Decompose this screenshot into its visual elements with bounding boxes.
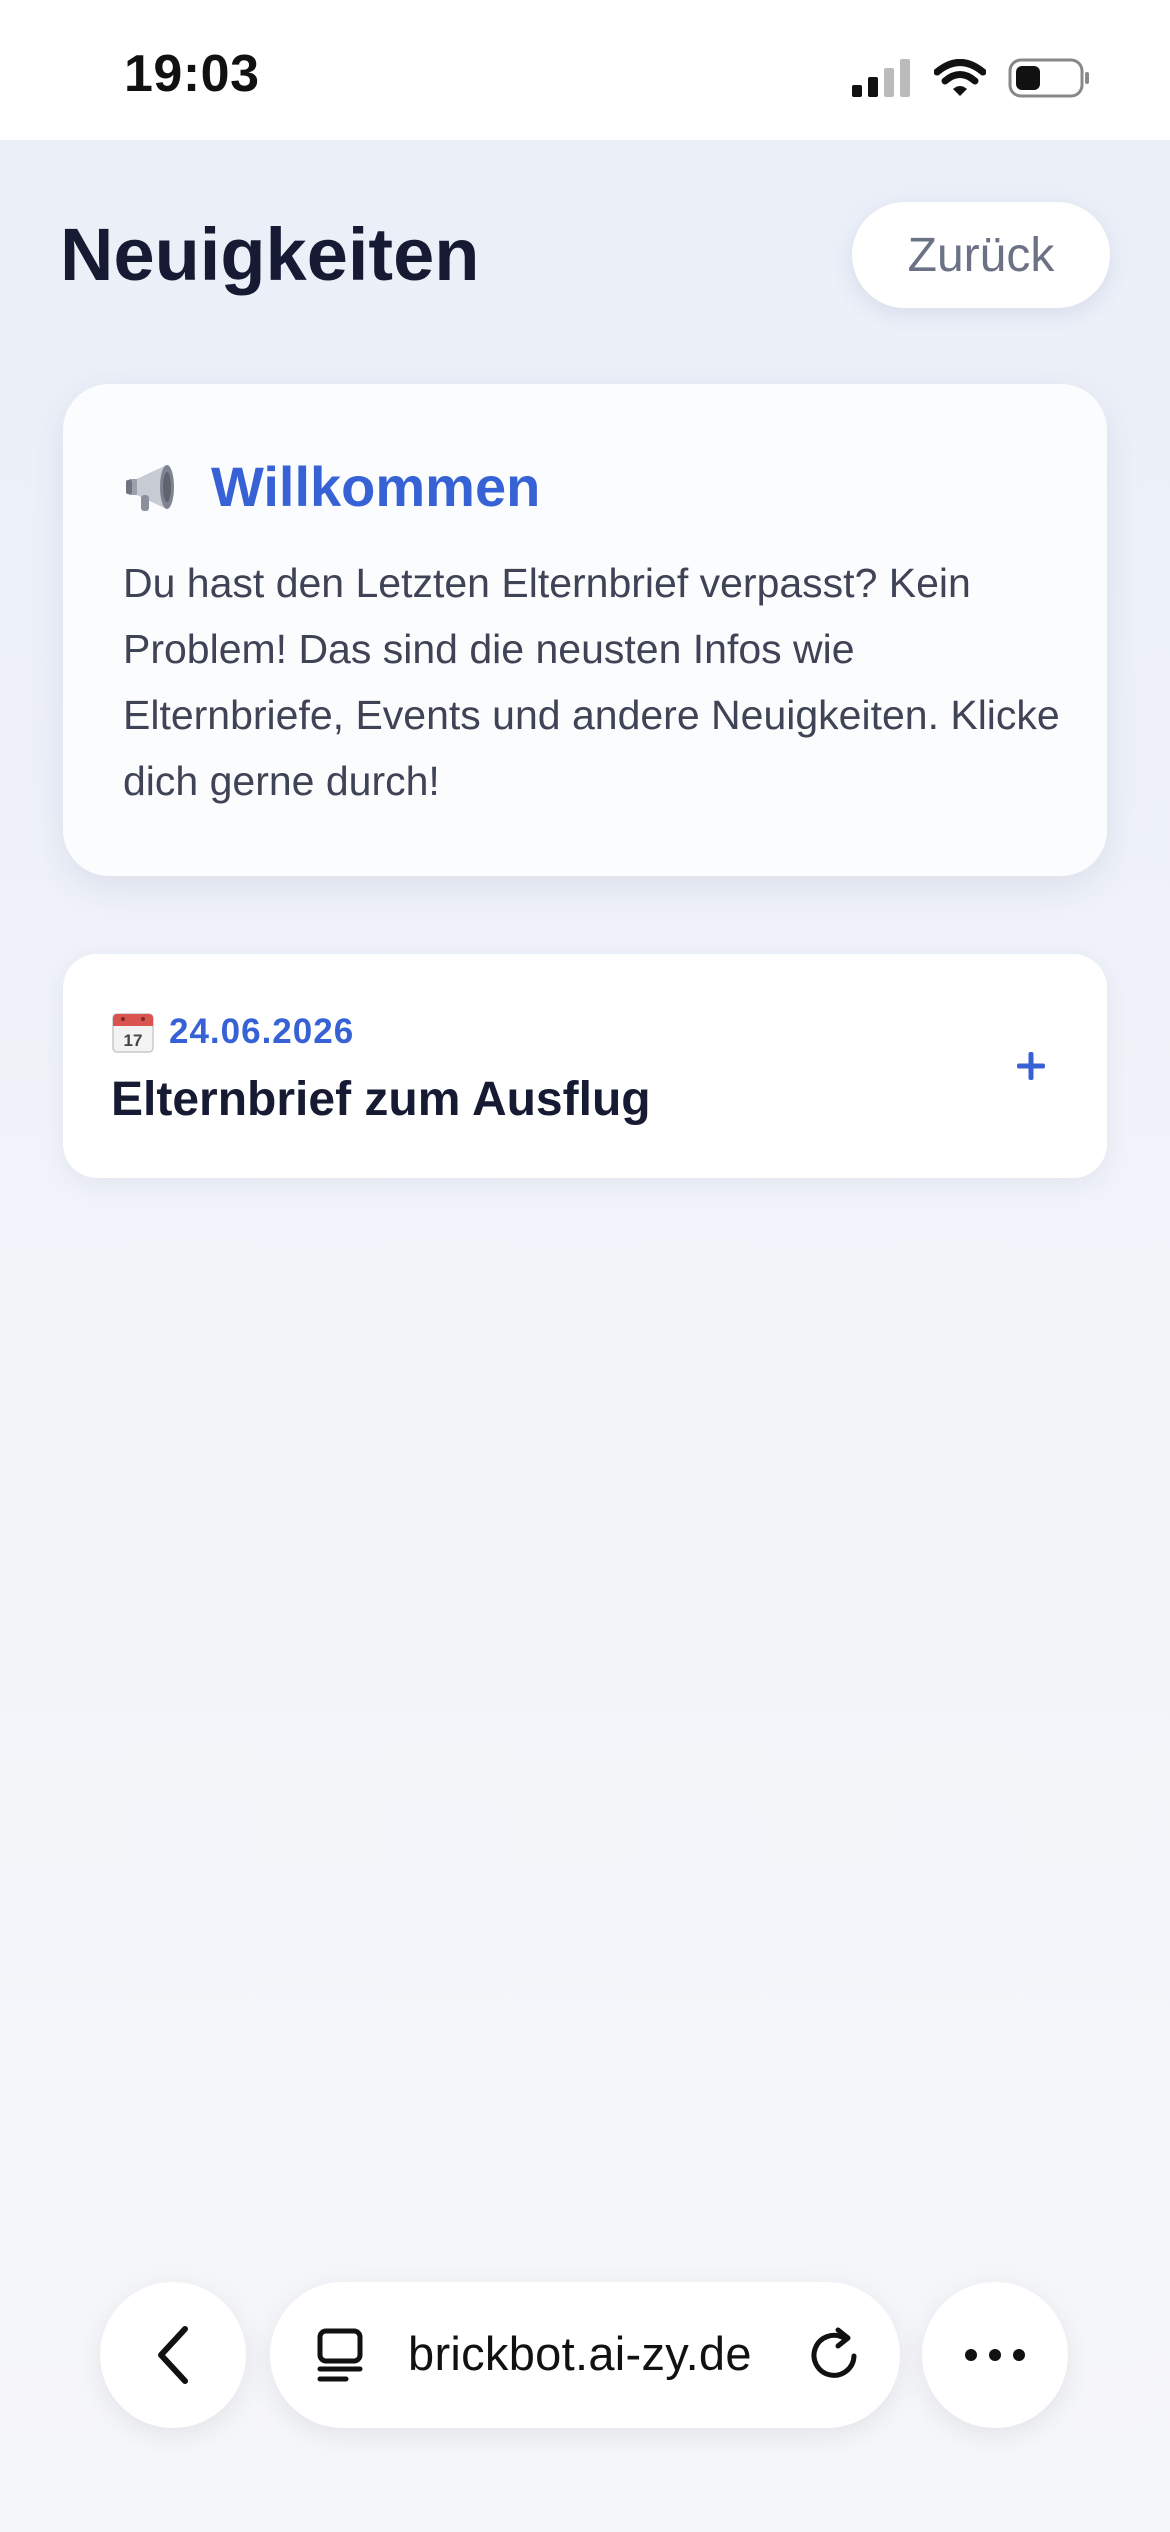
battery-icon xyxy=(1008,58,1089,98)
status-icons xyxy=(852,56,1090,100)
news-date: 24.06.2026 xyxy=(169,1012,355,1051)
expand-button[interactable] xyxy=(995,1030,1067,1102)
plus-icon xyxy=(1017,1052,1045,1080)
url-text: brickbot.ai-zy.de xyxy=(408,2327,752,2380)
wifi-icon xyxy=(934,59,986,96)
back-button[interactable]: Zurück xyxy=(852,202,1110,308)
back-chevron-icon xyxy=(158,2326,188,2384)
browser-back-button[interactable] xyxy=(100,2282,246,2428)
tabs-icon xyxy=(317,2328,363,2382)
cellular-signal-icon xyxy=(852,59,910,97)
status-time: 19:03 xyxy=(124,45,260,103)
more-button[interactable] xyxy=(922,2282,1068,2428)
welcome-header: Willkommen xyxy=(123,454,540,519)
news-title: Elternbrief zum Ausflug xyxy=(111,1073,651,1126)
page-title: Neuigkeiten xyxy=(60,213,480,296)
welcome-text: Du hast den Letzten Elternbrief verpasst… xyxy=(123,560,1060,804)
welcome-title: Willkommen xyxy=(211,455,541,518)
status-bar: 19:03 xyxy=(0,0,1170,140)
screen: 19:03 Neuigkeiten Zurück Willkommen Du h… xyxy=(0,0,1170,2532)
svg-text:17: 17 xyxy=(124,1031,143,1050)
browser-toolbar: brickbot.ai-zy.de xyxy=(0,2280,1170,2430)
news-item[interactable]: 17 24.06.2026 Elternbrief zum Ausflug xyxy=(63,954,1107,1178)
welcome-card: Willkommen Du hast den Letzten Elternbri… xyxy=(63,384,1107,876)
more-icon xyxy=(965,2349,1025,2361)
megaphone-icon xyxy=(126,464,174,511)
calendar-icon: 17 xyxy=(112,1013,154,1053)
address-bar[interactable]: brickbot.ai-zy.de xyxy=(270,2282,900,2428)
reload-icon[interactable] xyxy=(808,2324,862,2384)
news-date-row: 17 24.06.2026 xyxy=(111,1010,354,1054)
